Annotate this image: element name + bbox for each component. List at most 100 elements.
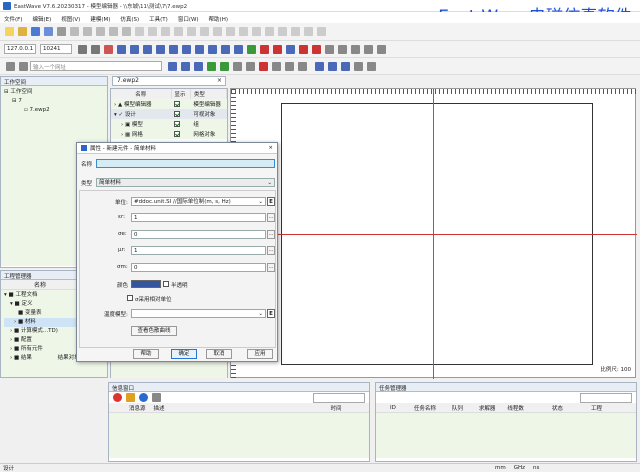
snap-icon[interactable] — [181, 61, 190, 71]
align5-icon[interactable] — [187, 27, 196, 36]
wave-icon[interactable] — [299, 44, 308, 54]
group-icon[interactable] — [338, 44, 347, 54]
disconnect-icon[interactable] — [91, 44, 100, 54]
close-tab-icon[interactable]: × — [217, 77, 225, 84]
unit-select[interactable]: #ddoc.unit.SI //国际单位制(m, s, Hz) ⌄ — [131, 197, 266, 206]
print-icon[interactable] — [57, 27, 66, 36]
sigma-m-more-button[interactable]: … — [267, 263, 275, 272]
model-col-type[interactable]: 类型 — [190, 89, 228, 99]
save-all-icon[interactable] — [44, 27, 53, 36]
align3-icon[interactable] — [161, 27, 170, 36]
layers-icon[interactable] — [194, 61, 203, 71]
cylinder-icon[interactable] — [169, 44, 178, 54]
cone-icon[interactable] — [182, 44, 191, 54]
align6-icon[interactable] — [200, 27, 209, 36]
task-col-status[interactable]: 状态 — [552, 404, 563, 412]
pm-col-name[interactable]: 名称 — [1, 280, 79, 289]
view-side-icon[interactable] — [341, 61, 350, 71]
menu-tools[interactable]: 工具(T) — [149, 13, 168, 23]
sigma-e-more-button[interactable]: … — [267, 230, 275, 239]
server-port-input[interactable]: 10241 — [40, 44, 72, 54]
run-icon[interactable] — [207, 61, 216, 71]
menu-edit[interactable]: 编辑(E) — [32, 13, 51, 23]
cube-icon[interactable] — [117, 44, 126, 54]
info-col-time[interactable]: 时间 — [331, 404, 342, 412]
info-search-input[interactable] — [313, 392, 365, 403]
status-time[interactable]: ns — [533, 465, 539, 471]
warning-icon[interactable] — [126, 393, 135, 402]
view-wire-icon[interactable] — [367, 61, 376, 71]
table-row[interactable]: › ▦ 网格 网格对象 — [111, 129, 227, 139]
pyramid-icon[interactable] — [208, 44, 217, 54]
solver-icon[interactable] — [298, 61, 307, 71]
back-icon[interactable] — [6, 61, 15, 71]
zoom-all-icon[interactable] — [317, 27, 326, 36]
cut-icon[interactable] — [70, 27, 79, 36]
task-col-threads[interactable]: 线程数 — [507, 404, 524, 412]
measure-icon[interactable] — [377, 44, 386, 54]
paste-icon[interactable] — [96, 27, 105, 36]
show-checkbox[interactable] — [174, 130, 180, 137]
sphere-icon[interactable] — [156, 44, 165, 54]
dialog-close-icon[interactable]: × — [268, 145, 273, 151]
array-icon[interactable] — [351, 44, 360, 54]
menu-view[interactable]: 视图(V) — [61, 13, 80, 23]
show-checkbox[interactable] — [174, 100, 180, 107]
editor-tab[interactable]: 7.ewp2 × — [112, 76, 226, 86]
table-row[interactable]: › ▣ 模型 组 — [111, 119, 227, 129]
task-search-input[interactable] — [580, 392, 632, 403]
apd-icon[interactable] — [259, 61, 268, 71]
help-button[interactable]: 帮助 — [133, 349, 159, 359]
source-icon[interactable] — [273, 44, 282, 54]
probe-icon[interactable] — [325, 44, 334, 54]
task-col-id[interactable]: ID — [390, 405, 396, 411]
undo-icon[interactable] — [109, 27, 118, 36]
table-row[interactable]: ▾ ✓ 设计 可视对象 — [111, 109, 227, 119]
menu-window[interactable]: 窗口(W) — [178, 13, 199, 23]
type-select[interactable]: 简单材料 ⌄ — [96, 178, 275, 187]
filter-icon[interactable] — [272, 61, 281, 71]
curve-icon[interactable] — [312, 44, 321, 54]
zoom-box-icon[interactable] — [304, 27, 313, 36]
align4-icon[interactable] — [174, 27, 183, 36]
copy-icon[interactable] — [83, 27, 92, 36]
align8-icon[interactable] — [226, 27, 235, 36]
error-icon[interactable] — [113, 393, 122, 402]
redo-icon[interactable] — [122, 27, 131, 36]
bool-icon[interactable] — [247, 44, 256, 54]
tree-item-workspace[interactable]: ⊟ 工作空间 — [4, 88, 104, 97]
task-col-solver[interactable]: 求解器 — [479, 404, 496, 412]
align-icon[interactable] — [135, 27, 144, 36]
name-input[interactable] — [96, 159, 275, 168]
eps-input[interactable]: 1 — [131, 213, 266, 222]
menu-model[interactable]: 建模(M) — [90, 13, 110, 23]
show-checkbox[interactable] — [174, 120, 180, 127]
menu-file[interactable]: 文件(F) — [4, 13, 22, 23]
forward-icon[interactable] — [19, 61, 28, 71]
save-icon[interactable] — [31, 27, 40, 36]
open-icon[interactable] — [18, 27, 27, 36]
port-icon[interactable] — [260, 44, 269, 54]
view-3d-icon[interactable] — [315, 61, 324, 71]
run-check-icon[interactable] — [220, 61, 229, 71]
task-col-project[interactable]: 工程 — [591, 404, 602, 412]
cube2-icon[interactable] — [130, 44, 139, 54]
tree-item-file[interactable]: ▫ 7.ewp2 — [4, 106, 104, 115]
info-icon[interactable] — [139, 393, 148, 402]
show-checkbox[interactable] — [174, 110, 180, 117]
model-col-show[interactable]: 显示 — [171, 89, 191, 99]
align10-icon[interactable] — [252, 27, 261, 36]
transform-icon[interactable] — [364, 44, 373, 54]
view-front-icon[interactable] — [328, 61, 337, 71]
temp-select[interactable]: ⌄ — [131, 309, 266, 318]
new-icon[interactable] — [5, 27, 14, 36]
cube-red-icon[interactable] — [104, 44, 113, 54]
monitor-icon[interactable] — [286, 44, 295, 54]
unit-expr-button[interactable]: E — [267, 197, 275, 206]
sliders-icon[interactable] — [246, 61, 255, 71]
info-col-source[interactable]: 消息源 — [129, 404, 146, 412]
wedge-icon[interactable] — [234, 44, 243, 54]
zoom-out-icon[interactable] — [278, 27, 287, 36]
settings-icon[interactable] — [233, 61, 242, 71]
menu-help[interactable]: 帮助(H) — [209, 13, 228, 23]
